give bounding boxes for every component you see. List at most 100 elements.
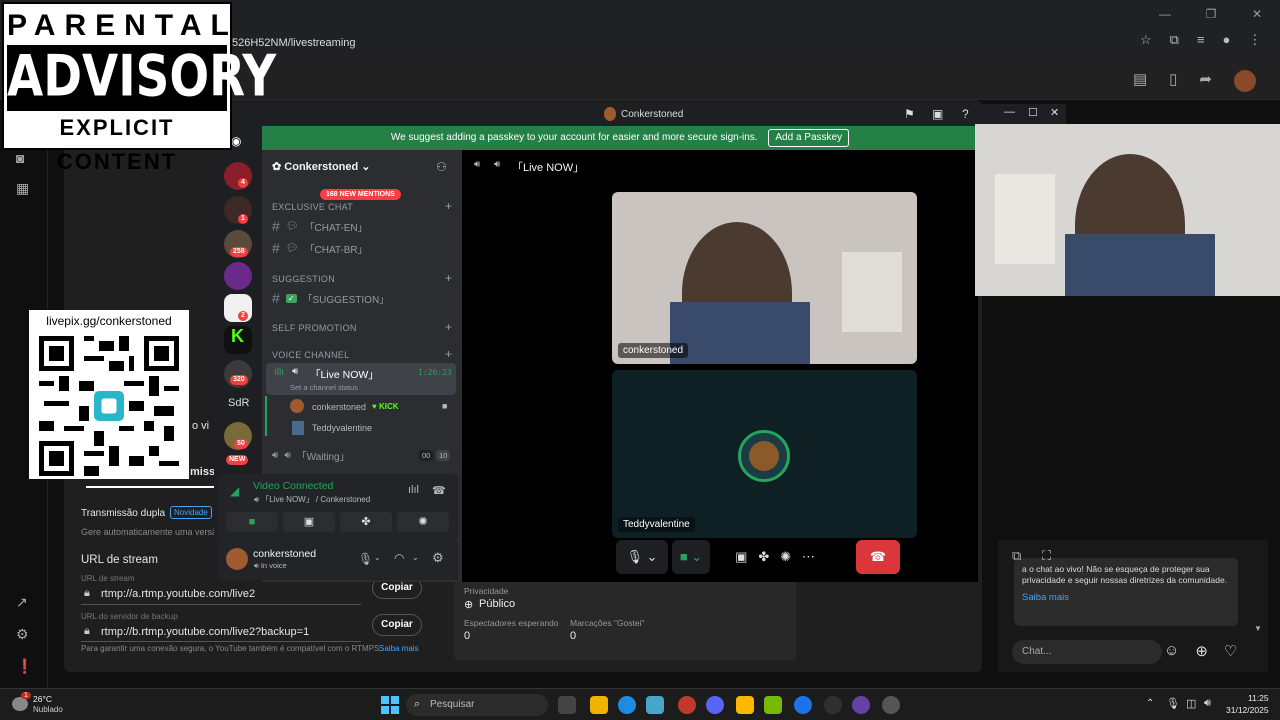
emoji-icon[interactable]: ☺: [1164, 642, 1179, 660]
heart-icon[interactable]: ♡: [1224, 642, 1237, 660]
taskbar-search[interactable]: ⌕ Pesquisar: [406, 694, 548, 716]
add-channel-icon[interactable]: +: [445, 199, 452, 213]
scroll-down-icon[interactable]: ▼: [1254, 624, 1262, 633]
leave-call-button[interactable]: ☎: [856, 540, 900, 574]
screen-share-button[interactable]: ▣: [283, 512, 335, 532]
volume-icon[interactable]: 🔊︎: [1204, 697, 1211, 710]
dc-maximize-button[interactable]: ☐: [1028, 106, 1038, 119]
feedback-icon[interactable]: ❗: [16, 658, 33, 674]
video-tile[interactable]: Teddyvalentine: [612, 370, 917, 538]
chat-learn-more[interactable]: Saiba mais: [1022, 592, 1230, 603]
calendar-icon[interactable]: ▦: [16, 180, 32, 196]
camera-button[interactable]: ■: [226, 512, 278, 532]
file-explorer-icon[interactable]: [590, 696, 608, 714]
soundboard-icon[interactable]: ✺: [780, 549, 791, 564]
mute-button[interactable]: 🎙︎ ⌄: [616, 540, 668, 574]
settings-gear-icon[interactable]: ⚙: [16, 626, 32, 642]
voice-waiting-channel[interactable]: 🔊︎ 🔊︎ 「Waiting」: [272, 448, 350, 463]
reading-list-icon[interactable]: ≡: [1197, 32, 1205, 48]
microphone-icon[interactable]: 🎙︎: [1166, 697, 1180, 710]
external-link-icon[interactable]: ↗: [16, 594, 32, 610]
category-exclusive[interactable]: EXCLUSIVE CHAT: [272, 202, 353, 212]
kick-server-icon[interactable]: K: [224, 326, 252, 354]
backup-url-value[interactable]: rtmp://b.rtmp.youtube.com/live2?backup=1: [101, 626, 309, 638]
channel-status[interactable]: Set a channel status: [290, 383, 358, 392]
video-tile[interactable]: conkerstoned: [612, 192, 917, 364]
inbox-flag-icon[interactable]: ⚑: [904, 107, 915, 121]
server-name[interactable]: ✿ Conkerstoned ⌄: [272, 160, 371, 173]
category-self-promo[interactable]: SELF PROMOTION: [272, 323, 357, 333]
channel-suggestion[interactable]: # ✓ 「SUGGESTION」: [272, 290, 389, 306]
voice-live-channel[interactable]: ıllı 🔊︎ 「Live NOW」 1:20:23 Set a channel…: [266, 363, 456, 395]
disconnect-icon[interactable]: ☎: [432, 484, 446, 497]
server-icon[interactable]: [224, 262, 252, 290]
app-icon[interactable]: [646, 696, 664, 714]
menu-icon[interactable]: ⋮: [1248, 32, 1261, 48]
chevron-up-icon[interactable]: ⌃: [1146, 698, 1154, 709]
camera-button[interactable]: ■ ⌄: [672, 540, 710, 574]
dc-minimize-button[interactable]: —: [1004, 106, 1015, 118]
screen-share-icon[interactable]: ▣: [735, 549, 747, 564]
noise-suppression-icon[interactable]: ılıl: [408, 484, 419, 496]
address-bar[interactable]: 526H52NM/livestreaming: [222, 32, 1202, 54]
more-icon[interactable]: ⋯: [802, 549, 815, 564]
category-suggestion[interactable]: SUGGESTION: [272, 274, 335, 284]
stream-url-value[interactable]: rtmp://a.rtmp.youtube.com/live2: [101, 588, 255, 600]
popout-icon[interactable]: ⧉: [1012, 548, 1021, 564]
extensions-icon[interactable]: ⧉: [1170, 32, 1179, 48]
inbox-icon[interactable]: ▣: [932, 107, 943, 121]
rockstar-icon[interactable]: [736, 696, 754, 714]
profile-icon[interactable]: ●: [1223, 32, 1231, 48]
activities-button[interactable]: ✤: [340, 512, 392, 532]
chat-input[interactable]: Chat...: [1012, 640, 1162, 664]
minimize-button[interactable]: —: [1142, 0, 1188, 28]
chrome-icon[interactable]: [794, 696, 812, 714]
network-icon[interactable]: ◫: [1186, 697, 1196, 710]
clock-date[interactable]: 31/12/2025: [1226, 705, 1269, 715]
clock-time[interactable]: 11:25: [1248, 693, 1269, 703]
settings-gear-icon[interactable]: ⚙: [432, 550, 444, 566]
discord-icon[interactable]: [706, 696, 724, 714]
add-channel-icon[interactable]: +: [445, 271, 452, 285]
discord-logo-icon[interactable]: ◉: [231, 134, 241, 148]
bookmark-star-icon[interactable]: ☆: [1140, 32, 1152, 48]
add-channel-icon[interactable]: +: [445, 347, 452, 361]
chevron-down-icon[interactable]: ⌄: [374, 553, 381, 562]
edge-icon[interactable]: [618, 696, 636, 714]
settings-gear-icon[interactable]: [882, 696, 900, 714]
mentions-pill[interactable]: 168 NEW MENTIONS: [320, 189, 401, 200]
studio-icon[interactable]: ▤: [1133, 70, 1147, 92]
category-voice[interactable]: VOICE CHANNEL: [272, 350, 349, 360]
obs-icon[interactable]: [824, 696, 842, 714]
camera-icon[interactable]: ◙: [16, 150, 32, 166]
weather-temp[interactable]: 26°C: [33, 694, 52, 704]
dc-close-button[interactable]: ✕: [1050, 106, 1059, 119]
activities-icon[interactable]: ✤: [758, 549, 769, 564]
invite-icon[interactable]: ⚇: [436, 160, 447, 174]
close-button[interactable]: ✕: [1234, 0, 1280, 28]
nvidia-icon[interactable]: [764, 696, 782, 714]
app-icon[interactable]: [678, 696, 696, 714]
task-view-icon[interactable]: [558, 696, 576, 714]
copy-backup-button[interactable]: Copiar: [372, 614, 422, 636]
app-icon[interactable]: [852, 696, 870, 714]
save-icon[interactable]: ▯: [1169, 70, 1177, 92]
learn-more-link[interactable]: Saiba mais: [379, 644, 419, 653]
server-sdr[interactable]: SdR: [228, 397, 249, 409]
channel-chat-en[interactable]: # 💬︎ 「CHAT-EN」: [272, 218, 368, 234]
avatar[interactable]: [226, 548, 248, 570]
add-icon[interactable]: ⊕: [1195, 642, 1208, 660]
maximize-button[interactable]: ❐: [1188, 0, 1234, 28]
microphone-icon[interactable]: 🎙︎: [358, 552, 373, 566]
share-icon[interactable]: ➦: [1199, 70, 1212, 92]
chevron-down-icon[interactable]: ⌄: [412, 553, 419, 562]
avatar[interactable]: [1234, 70, 1256, 92]
soundboard-button[interactable]: ✺: [397, 512, 449, 532]
channel-chat-br[interactable]: # 💬︎ 「CHAT-BR」: [272, 240, 368, 256]
add-passkey-button[interactable]: Add a Passkey: [768, 129, 850, 147]
voice-user-name[interactable]: Teddyvalentine: [312, 423, 372, 433]
help-icon[interactable]: ?: [962, 107, 969, 121]
headphones-icon[interactable]: ◠: [394, 551, 404, 565]
add-channel-icon[interactable]: +: [445, 320, 452, 334]
voice-user-name[interactable]: conkerstoned: [312, 402, 366, 412]
